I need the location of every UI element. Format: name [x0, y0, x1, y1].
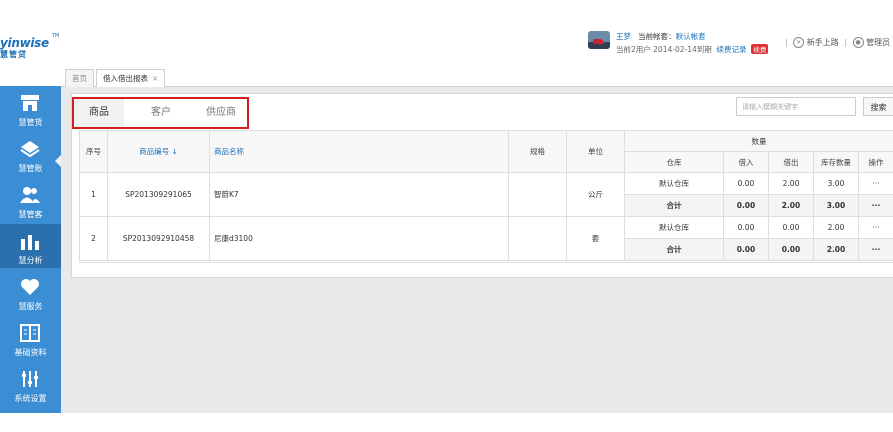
- report-table: 序号 商品编号 ↓ 商品名称 规格 单位 数量 仓库 借入 借出 库存数量 操作…: [79, 130, 893, 261]
- cell-spec: [508, 172, 567, 217]
- cell-total-in: 0.00: [723, 194, 769, 217]
- col-out: 借出: [768, 151, 814, 173]
- search-input[interactable]: 请输入模糊关键字: [736, 97, 856, 116]
- logo-brand: yinwise: [0, 36, 49, 50]
- search-button[interactable]: 搜索: [863, 97, 893, 116]
- sidebar-item-label: 慧服务: [18, 302, 43, 311]
- top-right-links: | ✕ 新手上路 | ● 管理员: [785, 37, 891, 48]
- subtab-customers[interactable]: 客户: [136, 99, 186, 127]
- sidebar-item-label: 慧管货: [18, 118, 43, 127]
- cell-seq: 2: [79, 216, 108, 261]
- user-circle-icon: ●: [852, 37, 864, 48]
- cell-total-label: 合计: [624, 238, 724, 261]
- sidebar-item-goods[interactable]: 慧管货: [0, 86, 61, 130]
- avatar[interactable]: [588, 31, 610, 49]
- sidebar: 慧管货 慧管账 慧管客 慧分析 慧服务 基础资料 系统设置: [0, 86, 61, 413]
- book-icon: [20, 324, 40, 342]
- cell-total-out: 2.00: [768, 194, 814, 217]
- col-code[interactable]: 商品编号 ↓: [107, 130, 210, 173]
- sliders-icon: [22, 371, 38, 387]
- col-warehouse: 仓库: [624, 151, 724, 173]
- expiry-line: 当前2用户 2014-02-14到期 续费记录 续费: [616, 44, 769, 55]
- sort-down-icon[interactable]: ↓: [172, 147, 178, 156]
- app-logo[interactable]: yinwise TM 慧管贷: [0, 33, 66, 62]
- tab-bar: 首页 借入借出报表 ×: [61, 66, 893, 88]
- more-icon[interactable]: ···: [857, 194, 893, 217]
- cell-name: 尼康d3100: [209, 216, 509, 261]
- account-value[interactable]: 默认帐套: [676, 32, 706, 41]
- cell-total-out: 0.00: [768, 238, 814, 261]
- cell-total-stock: 2.00: [813, 238, 859, 261]
- heart-icon: [21, 279, 39, 295]
- table-row: 1 SP201309291065 智蔚K7 公斤 默认仓库 0.00 2.00 …: [79, 172, 893, 217]
- cell-warehouse: 默认仓库: [624, 172, 724, 195]
- table-row: 2 SP2013092910458 尼康d3100 套 默认仓库 0.00 0.…: [79, 216, 893, 261]
- sidebar-item-label: 基础资料: [14, 348, 47, 357]
- more-icon[interactable]: ···: [857, 172, 893, 195]
- tab-home[interactable]: 首页: [65, 69, 94, 87]
- col-seq: 序号: [79, 130, 108, 173]
- col-op: 操作: [857, 151, 893, 173]
- sidebar-item-customers[interactable]: 慧管客: [0, 178, 61, 222]
- renew-badge[interactable]: 续费: [751, 44, 769, 54]
- guide-link[interactable]: 新手上路: [807, 38, 839, 47]
- user-line: 王梦 当前帐套：默认帐套: [616, 31, 706, 42]
- sidebar-item-ledger[interactable]: 慧管账: [0, 132, 61, 176]
- cell-total-stock: 3.00: [813, 194, 859, 217]
- cell-stock: 3.00: [813, 172, 859, 195]
- users-icon: [20, 187, 40, 203]
- cell-total-label: 合计: [624, 194, 724, 217]
- col-in: 借入: [723, 151, 769, 173]
- cell-out: 2.00: [768, 172, 814, 195]
- cell-out: 0.00: [768, 216, 814, 239]
- subtab-suppliers[interactable]: 供应商: [196, 99, 246, 127]
- ledger-icon: [20, 141, 40, 158]
- col-qty: 数量: [623, 130, 893, 152]
- bar-chart-icon: [21, 235, 39, 250]
- sidebar-item-label: 慧分析: [18, 256, 43, 265]
- col-spec: 规格: [508, 130, 567, 173]
- admin-link[interactable]: 管理员: [866, 38, 890, 47]
- sidebar-item-basic-data[interactable]: 基础资料: [0, 316, 61, 360]
- tab-report[interactable]: 借入借出报表 ×: [96, 69, 166, 88]
- cell-unit: 套: [566, 216, 625, 261]
- close-icon[interactable]: ×: [152, 74, 158, 83]
- col-stock: 库存数量: [813, 151, 859, 173]
- close-circle-icon: ✕: [793, 37, 805, 48]
- sidebar-item-label: 慧管客: [18, 210, 43, 219]
- cell-in: 0.00: [723, 172, 769, 195]
- cell-warehouse: 默认仓库: [624, 216, 724, 239]
- col-code-label: 商品编号: [139, 147, 170, 156]
- cell-unit: 公斤: [566, 172, 625, 217]
- sidebar-item-label: 系统设置: [14, 394, 47, 403]
- sidebar-item-label: 慧管账: [18, 164, 43, 173]
- table-footer: [79, 262, 893, 269]
- logo-subtitle: 慧管贷: [0, 50, 27, 59]
- cell-stock: 2.00: [813, 216, 859, 239]
- user-name[interactable]: 王梦: [616, 32, 631, 41]
- cell-total-in: 0.00: [723, 238, 769, 261]
- cell-name: 智蔚K7: [209, 172, 509, 217]
- sub-tabs: 商品 客户 供应商: [72, 97, 249, 129]
- col-unit: 单位: [566, 130, 625, 173]
- expiry-text: 当前2用户 2014-02-14到期: [616, 45, 712, 54]
- more-icon[interactable]: ···: [857, 216, 893, 239]
- shop-icon: [21, 95, 39, 111]
- cell-code: SP2013092910458: [107, 216, 210, 261]
- cell-spec: [508, 216, 567, 261]
- more-icon[interactable]: ···: [857, 238, 893, 261]
- cell-seq: 1: [79, 172, 108, 217]
- renew-link[interactable]: 续费记录: [717, 45, 747, 54]
- account-label: 当前帐套：: [638, 32, 676, 41]
- cell-in: 0.00: [723, 216, 769, 239]
- tab-report-label: 借入借出报表: [103, 74, 148, 83]
- subtab-goods[interactable]: 商品: [74, 99, 124, 127]
- sidebar-item-settings[interactable]: 系统设置: [0, 362, 61, 406]
- cell-code: SP201309291065: [107, 172, 210, 217]
- sidebar-item-service[interactable]: 慧服务: [0, 270, 61, 314]
- sidebar-item-analysis[interactable]: 慧分析: [0, 224, 61, 268]
- logo-tm: TM: [52, 33, 60, 39]
- col-name[interactable]: 商品名称: [209, 130, 509, 173]
